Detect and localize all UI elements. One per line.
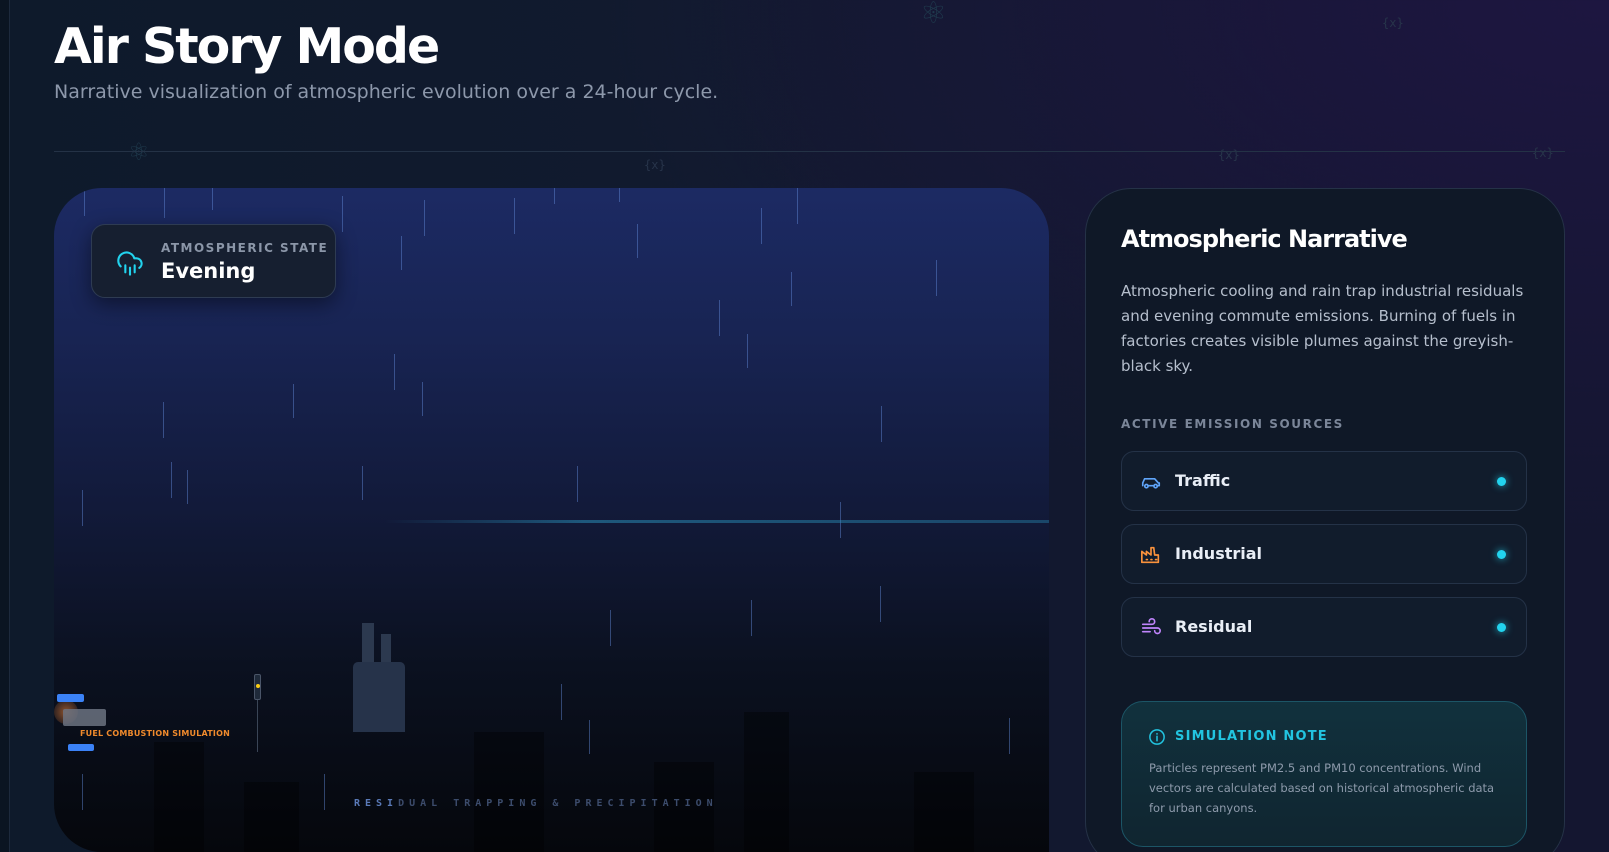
factory-chimney [381, 634, 391, 665]
bg-glyph: {x} [1382, 16, 1404, 30]
traffic-light-pole [257, 700, 258, 752]
car-icon [1141, 477, 1161, 489]
scene-caption: RESIDUAL TRAPPING & PRECIPITATION [354, 798, 718, 809]
rain-streak [589, 720, 590, 754]
horizon-line [384, 520, 1049, 523]
rain-streak [163, 402, 164, 438]
car [68, 744, 94, 751]
rain-streak [577, 466, 578, 502]
source-item-traffic[interactable]: Traffic [1121, 451, 1527, 511]
rain-streak [171, 462, 172, 498]
rain-streak [212, 188, 213, 210]
factory-chimney [362, 623, 374, 665]
source-item-residual[interactable]: Residual [1121, 597, 1527, 657]
fuel-combustion-label: FUEL COMBUSTION SIMULATION [80, 729, 231, 738]
narrative-panel: Atmospheric Narrative Atmospheric coolin… [1085, 188, 1565, 852]
sources-heading: ACTIVE EMISSION SOURCES [1121, 417, 1344, 431]
rain-streak [637, 224, 638, 258]
rain-streak [761, 208, 762, 244]
rain-streak [401, 236, 402, 270]
wind-icon [1141, 618, 1161, 635]
cloud-rain-icon [117, 251, 143, 276]
note-body: Particles represent PM2.5 and PM10 conce… [1149, 761, 1495, 815]
rain-streak [84, 188, 85, 216]
source-label: Industrial [1175, 544, 1263, 563]
info-icon [1149, 729, 1165, 745]
atmospheric-scene: FUEL COMBUSTION SIMULATION RESIDUAL TRAP… [54, 188, 1049, 852]
source-item-industrial[interactable]: Industrial [1121, 524, 1527, 584]
header-divider [54, 151, 1565, 152]
source-label: Residual [1175, 617, 1253, 636]
scene-caption-text: DUAL TRAPPING & PRECIPITATION [398, 798, 718, 809]
building-silhouette [914, 772, 974, 852]
rain-streak [881, 406, 882, 442]
source-active-dot [1497, 550, 1506, 559]
page-subtitle: Narrative visualization of atmospheric e… [54, 81, 719, 103]
traffic-light-icon [254, 674, 261, 700]
rain-streak [187, 470, 188, 504]
rain-streak [324, 774, 325, 810]
rain-streak [164, 188, 165, 218]
rain-streak [797, 188, 798, 224]
rain-streak [422, 382, 423, 416]
state-value: Evening [161, 259, 256, 283]
rain-streak [342, 196, 343, 232]
rain-streak [747, 334, 748, 368]
building-silhouette [244, 782, 299, 852]
rain-streak [610, 610, 611, 646]
rain-streak [561, 684, 562, 720]
panel-description: Atmospheric cooling and rain trap indust… [1121, 282, 1524, 375]
rain-streak [936, 260, 937, 296]
car [63, 709, 106, 726]
atmospheric-state-card: ATMOSPHERIC STATE Evening [91, 224, 336, 298]
rain-streak [1009, 718, 1010, 754]
rain-streak [82, 490, 83, 526]
source-active-dot [1497, 623, 1506, 632]
rain-streak [394, 354, 395, 390]
rain-streak [293, 384, 294, 418]
left-edge-strip [0, 0, 10, 852]
building-silhouette [744, 712, 789, 852]
building-silhouette [474, 732, 544, 852]
rain-streak [424, 200, 425, 236]
note-title: SIMULATION NOTE [1175, 729, 1328, 744]
atom-bg-icon: ⚛ [128, 138, 150, 166]
rain-streak [719, 300, 720, 336]
state-label: ATMOSPHERIC STATE [161, 241, 329, 255]
simulation-note: SIMULATION NOTE Particles represent PM2.… [1121, 701, 1527, 847]
rain-streak [751, 600, 752, 636]
building-silhouette [154, 742, 204, 852]
atom-bg-icon: ⚛ [920, 0, 947, 31]
source-label: Traffic [1175, 471, 1231, 490]
panel-title: Atmospheric Narrative [1121, 225, 1408, 253]
rain-streak [362, 466, 363, 500]
scene-caption-highlight: RESI [354, 798, 399, 809]
rain-streak [619, 188, 620, 202]
factory-icon [1141, 546, 1160, 564]
rain-streak [880, 586, 881, 622]
rain-streak [791, 272, 792, 306]
bg-glyph: {x} [1532, 146, 1554, 160]
car [57, 694, 84, 702]
factory-building [353, 662, 405, 732]
bg-glyph: {x} [644, 158, 666, 172]
rain-streak [554, 188, 555, 204]
page-header: Air Story Mode Narrative visualization o… [54, 18, 718, 103]
source-active-dot [1497, 477, 1506, 486]
rain-streak [514, 198, 515, 234]
rain-streak [82, 774, 83, 810]
page-title: Air Story Mode [54, 18, 440, 75]
